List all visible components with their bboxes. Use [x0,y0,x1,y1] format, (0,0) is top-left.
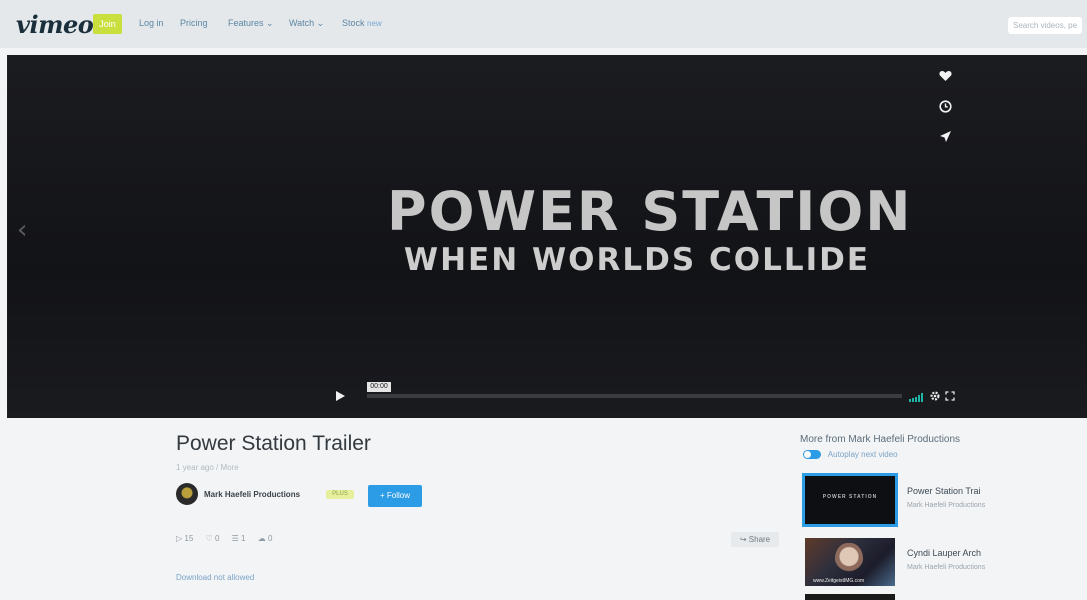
nav-stock-label: Stock [342,18,365,28]
owner-name-link[interactable]: Mark Haefeli Productions [204,490,300,499]
related-video-owner[interactable]: Mark Haefeli Productions [907,564,985,571]
plays-count: 15 [184,534,194,543]
video-stats: ▷ 15 ♡ 0 ☰ 1 ☁ 0 [176,534,282,543]
video-title-art: POWER STATION [387,180,913,243]
related-video-item[interactable]: POWER STATION Power Station Trai Mark Ha… [802,473,1083,527]
volume-icon[interactable] [909,389,925,407]
related-video-title[interactable]: Cyndi Lauper Arch [907,548,981,558]
related-video-title[interactable]: Power Station Trai [907,486,981,496]
fullscreen-icon[interactable] [945,388,955,406]
nav-login[interactable]: Log in [139,18,164,28]
video-thumbnail-partial[interactable] [805,594,895,600]
player-side-actions [936,67,958,157]
plays-icon: ▷ [176,534,183,543]
thumbnail-portrait [835,543,863,577]
top-nav-bar: vimeo Join Log in Pricing Features ⌄ Wat… [0,0,1087,48]
nav-features[interactable]: Features ⌄ [228,18,274,29]
join-button[interactable]: Join [93,14,122,34]
likes-count: 0 [214,534,220,543]
collections-stat[interactable]: ☰ 1 [232,534,246,543]
time-display: 00:00 [367,382,391,392]
comments-stat[interactable]: ☁ 0 [258,534,273,543]
download-link[interactable]: Download not allowed [176,573,254,582]
video-thumbnail[interactable]: POWER STATION [802,473,898,527]
autoplay-toggle[interactable]: Autoplay next video [803,450,898,460]
avatar[interactable] [176,483,198,505]
clock-icon[interactable] [936,97,954,115]
follow-button[interactable]: + Follow [368,485,422,507]
likes-stat[interactable]: ♡ 0 [206,534,220,543]
collections-count: 1 [241,534,246,543]
player-controls: 00:00 [327,382,957,407]
page-title: Power Station Trailer [176,432,371,455]
plays-stat: ▷ 15 [176,534,193,543]
more-from-heading[interactable]: More from Mark Haefeli Productions [800,434,960,445]
autoplay-label: Autoplay next video [827,450,898,459]
video-thumbnail[interactable]: www.ZeitgeistIMG.com [805,538,895,586]
video-meta[interactable]: 1 year ago / More [176,463,239,472]
vimeo-logo[interactable]: vimeo [16,10,94,39]
nav-watch[interactable]: Watch ⌄ [289,18,324,29]
settings-gear-icon[interactable] [930,388,940,406]
video-subtitle-art: WHEN WORLDS COLLIDE [403,242,871,278]
likes-icon: ♡ [205,534,213,543]
play-icon [336,391,345,401]
nav-pricing[interactable]: Pricing [180,18,208,28]
search-input[interactable]: Search videos, pe [1008,17,1082,34]
progress-bar[interactable] [367,394,902,398]
toggle-switch-icon[interactable] [803,450,821,460]
related-video-owner[interactable]: Mark Haefeli Productions [907,502,985,509]
related-video-item[interactable]: www.ZeitgeistIMG.com Cyndi Lauper Arch M… [803,538,1083,588]
share-button[interactable]: ↪ Share [731,532,779,547]
play-button[interactable] [327,385,353,407]
plus-badge: PLUS [326,490,354,499]
previous-video-arrow-icon[interactable]: ‹ [17,215,27,245]
thumbnail-title-art: POWER STATION [822,494,878,500]
video-player[interactable]: ‹ POWER STATION WHEN WORLDS COLLIDE 00:0… [7,55,1087,418]
heart-icon[interactable] [936,67,954,85]
collections-icon: ☰ [231,534,239,543]
thumbnail-caption: www.ZeitgeistIMG.com [813,578,865,584]
comments-icon: ☁ [257,534,266,543]
new-badge: new [367,19,382,28]
comments-count: 0 [267,534,273,543]
nav-stock[interactable]: Stock new [342,18,382,28]
send-icon[interactable] [936,127,954,145]
